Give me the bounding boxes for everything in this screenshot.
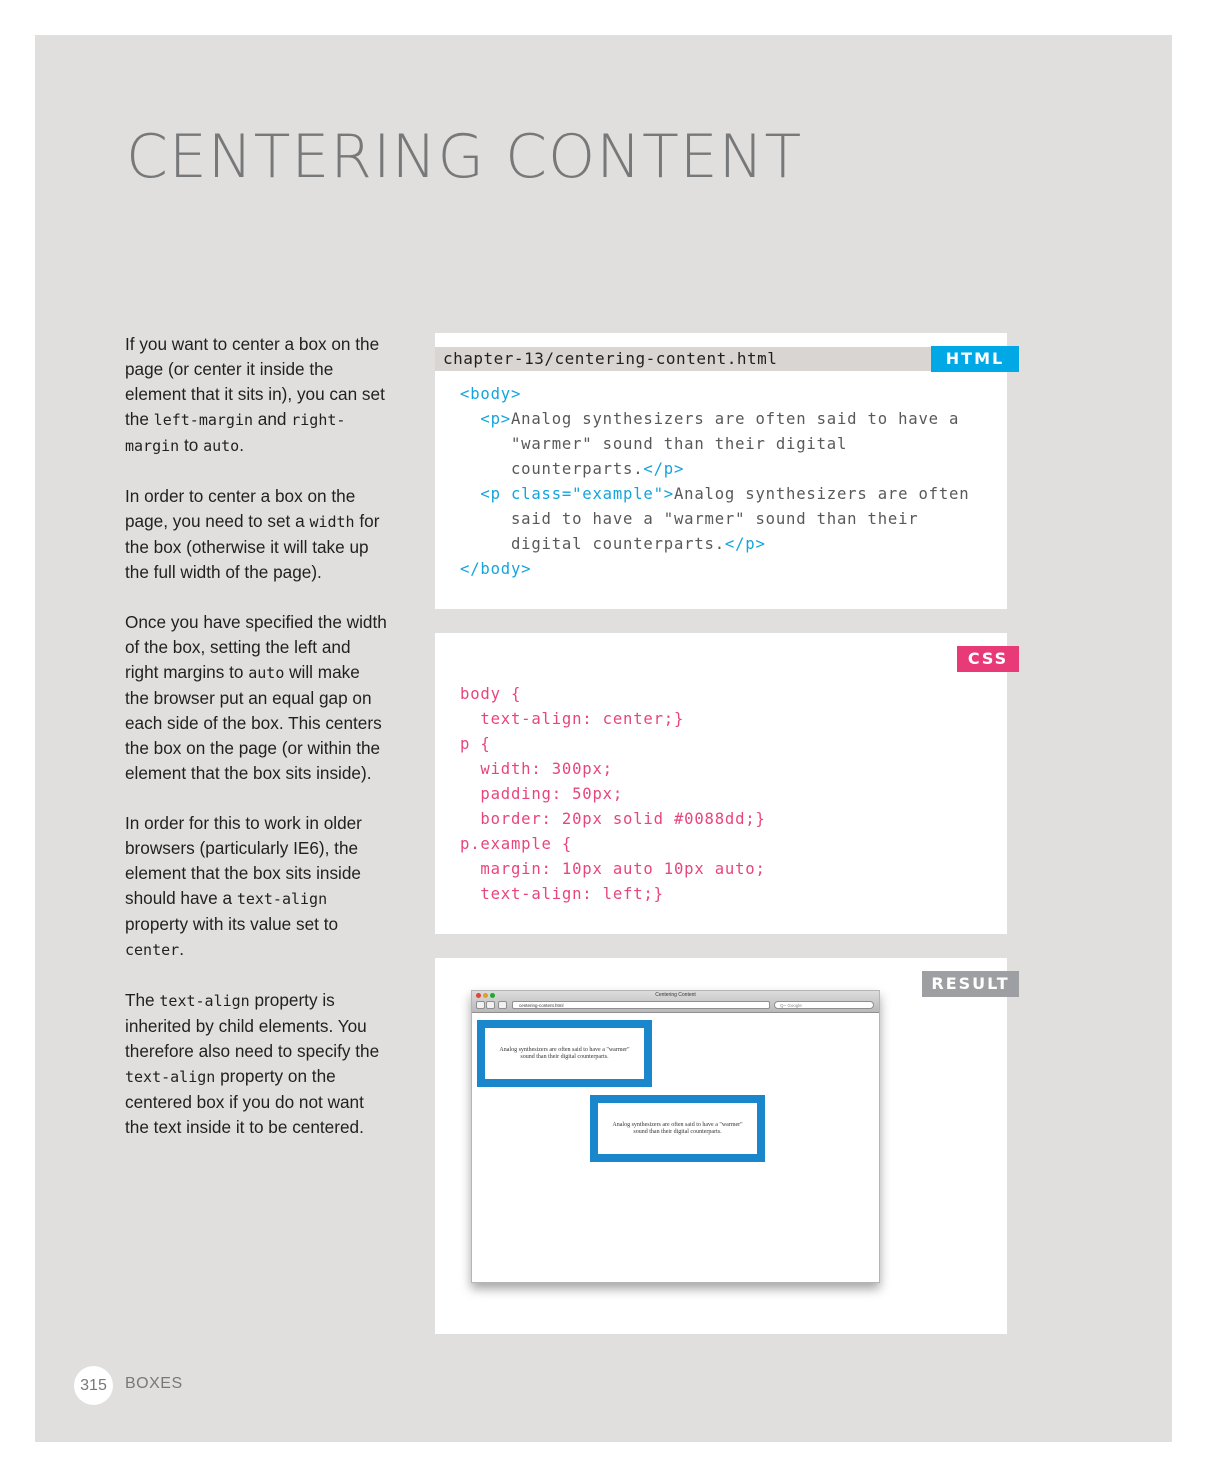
css-line: text-align: center;} [460,710,685,728]
html-code-block: <body> <p>Analog synthesizers are often … [460,382,969,582]
code-text: digital counterparts. [510,535,725,553]
section-name: BOXES [125,1375,183,1392]
inline-code: left-margin [153,411,254,429]
code-token: </p> [643,460,685,478]
code-token: <p> [480,410,511,428]
css-code-block: body { text-align: center;} p { width: 3… [460,682,766,907]
result-tag-label: RESULT [922,971,1019,997]
add-bookmark-icon [498,1001,507,1009]
body-text: If you want to center a box on the page … [125,332,387,1165]
page-number: 315 [74,1366,113,1405]
inline-code: auto [203,437,240,455]
inline-code: auto [248,664,285,682]
text-span: property with its value set to [125,914,339,934]
code-text: counterparts. [510,460,644,478]
paragraph-2: In order to center a box on the page, yo… [125,484,387,585]
text-span: and [253,409,292,429]
inline-code: text-align [125,1068,216,1086]
code-text: Analog synthesizers are often said to ha… [510,410,960,428]
paragraph-1: If you want to center a box on the page … [125,332,387,459]
css-line: p { [460,735,491,753]
css-line: p.example { [460,835,573,853]
code-text: said to have a "warmer" sound than their [510,510,919,528]
inline-code: text-align [159,992,250,1010]
css-line: text-align: left;} [460,885,664,903]
text-span: to [179,435,204,455]
filename-bar: chapter-13/centering-content.html [435,347,931,371]
paragraph-4: In order for this to work in older brows… [125,811,387,963]
forward-icon [486,1001,495,1009]
code-token: <body> [460,385,522,403]
url-bar: centering-content.html [512,1001,770,1009]
inline-code: center [125,941,180,959]
code-token: <p class="example"> [480,485,674,503]
inline-code: width [309,513,355,531]
demo-box-text: Analog synthesizers are often said to ha… [499,1046,630,1060]
back-icon [476,1001,485,1009]
search-bar: Q~ Google [774,1001,874,1009]
demo-box-centered: Analog synthesizers are often said to ha… [590,1095,765,1162]
inline-code: text-align [236,890,328,908]
page-title: CENTERING CONTENT [126,122,803,192]
css-line: padding: 50px; [460,785,624,803]
text-span: . [239,435,244,455]
code-token: </p> [724,535,766,553]
code-text: "warmer" sound than their digital [510,435,848,453]
paragraph-5: The text-align property is inherited by … [125,988,387,1140]
browser-title: Centering Content [655,992,696,998]
text-span: The [125,990,160,1010]
demo-box-left: Analog synthesizers are often said to ha… [477,1020,652,1087]
code-token: </body> [460,560,532,578]
css-line: border: 20px solid #0088dd;} [460,810,766,828]
css-line: body { [460,685,522,703]
css-tag-label: CSS [957,646,1019,672]
paragraph-3: Once you have specified the width of the… [125,610,387,786]
text-span: . [179,939,184,959]
css-line: margin: 10px auto 10px auto; [460,860,766,878]
html-tag-label: HTML [931,346,1019,372]
browser-toolbar: Centering Content centering-content.html… [472,991,879,1013]
code-text: Analog synthesizers are often [673,485,970,503]
css-line: width: 300px; [460,760,613,778]
demo-box-text: Analog synthesizers are often said to ha… [612,1121,743,1135]
browser-screenshot: Centering Content centering-content.html… [471,990,880,1283]
filename: chapter-13/centering-content.html [443,349,778,368]
